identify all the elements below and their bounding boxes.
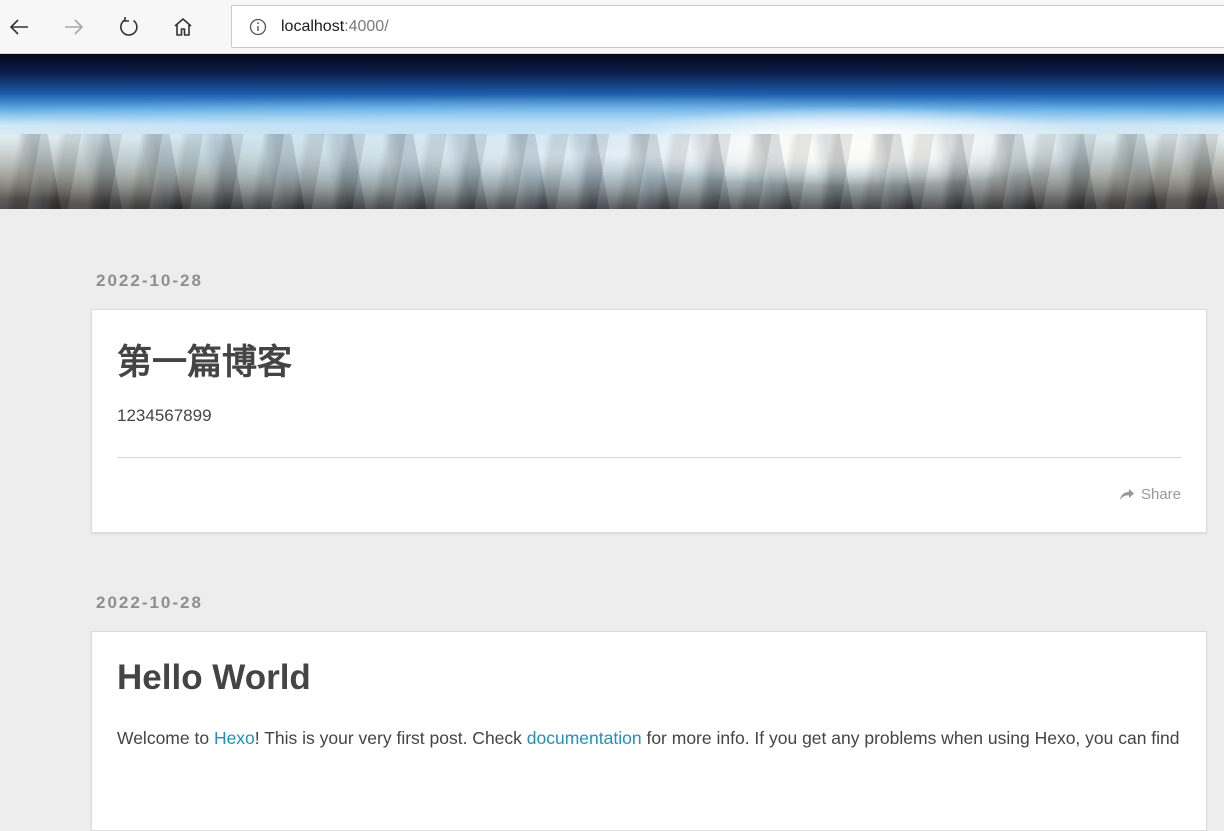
info-icon[interactable] — [249, 18, 267, 36]
forward-arrow-icon — [65, 19, 84, 35]
banner-clouds — [0, 134, 1224, 209]
documentation-link[interactable]: documentation — [527, 728, 642, 748]
excerpt-text: for more info. If you get any problems w… — [641, 728, 1180, 748]
post-title[interactable]: 第一篇博客 — [117, 334, 292, 385]
hexo-link[interactable]: Hexo — [214, 728, 255, 748]
share-icon — [1119, 488, 1134, 500]
browser-toolbar: localhost:4000/ — [0, 0, 1224, 54]
back-arrow-icon — [9, 19, 28, 35]
share-button[interactable]: Share — [1119, 486, 1181, 503]
home-button[interactable] — [165, 9, 201, 45]
back-button[interactable] — [1, 9, 37, 45]
post-card: 第一篇博客 1234567899 Share — [91, 309, 1207, 533]
header-banner-image — [0, 54, 1224, 209]
url-host: localhost — [281, 18, 345, 35]
address-bar[interactable]: localhost:4000/ — [231, 5, 1224, 48]
excerpt-text: ! This is your very first post. Check — [254, 728, 527, 748]
post-date: 2022-10-28 — [96, 593, 203, 612]
card-divider — [117, 457, 1181, 458]
refresh-button[interactable] — [111, 9, 147, 45]
excerpt-text: Welcome to — [117, 728, 214, 748]
post-list: 2022-10-28 第一篇博客 1234567899 Share 2022-1… — [0, 209, 1224, 831]
share-label: Share — [1140, 486, 1181, 503]
refresh-icon — [120, 17, 138, 36]
url-port-path: :4000/ — [344, 18, 389, 35]
post-excerpt: 1234567899 — [117, 406, 212, 425]
home-icon — [174, 18, 192, 36]
post-title[interactable]: Hello World — [117, 658, 311, 698]
post-card: Hello World Welcome to Hexo! This is you… — [91, 631, 1207, 831]
post-excerpt: Welcome to Hexo! This is your very first… — [117, 728, 1180, 749]
post-date: 2022-10-28 — [96, 271, 203, 290]
forward-button[interactable] — [56, 9, 92, 45]
address-url[interactable]: localhost:4000/ — [281, 18, 389, 36]
